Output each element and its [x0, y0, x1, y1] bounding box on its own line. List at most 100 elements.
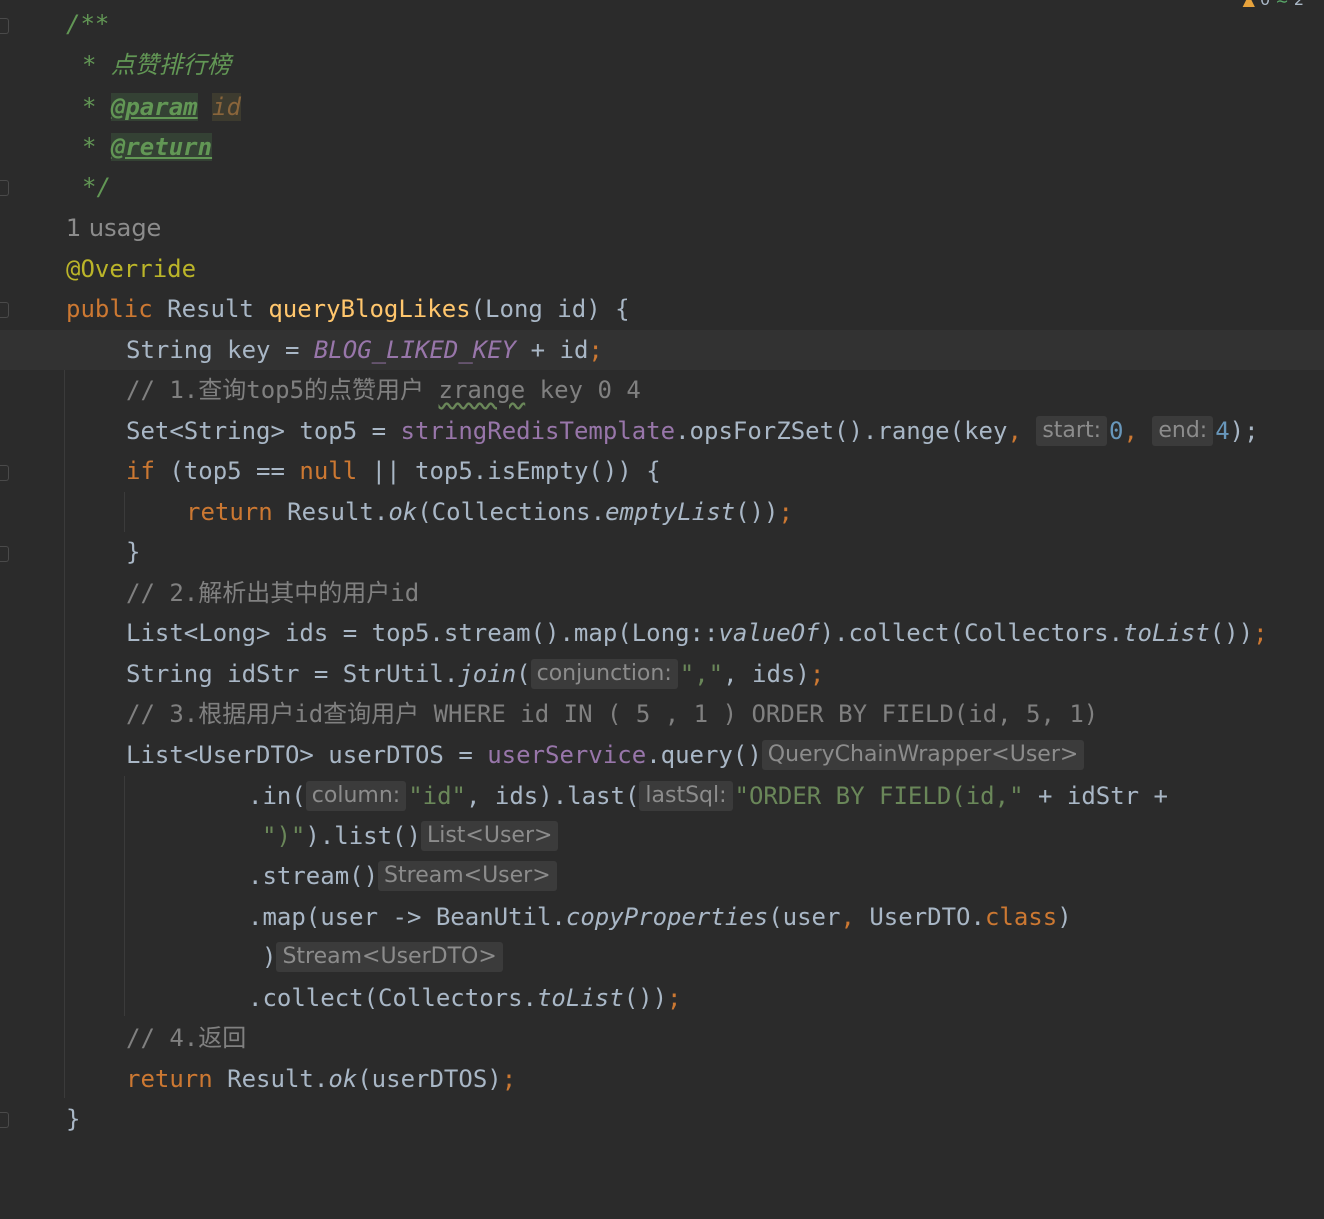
keyword-public: public — [66, 295, 168, 323]
code-text: ).list() — [305, 822, 421, 850]
static-method-join: join — [458, 660, 517, 688]
semicolon: ; — [588, 336, 603, 364]
code-editor[interactable]: ▲ 0 ≈ 2 /** * 点赞排行榜 * @param id * @retur… — [0, 0, 1324, 1140]
string-literal: "id" — [408, 782, 466, 810]
code-line[interactable]: public Result queryBlogLikes(Long id) { — [0, 289, 1324, 329]
code-text: + id — [516, 336, 589, 364]
code-line[interactable]: ) Stream<UserDTO> — [0, 937, 1324, 977]
string-literal: "ORDER BY FIELD(id," — [734, 782, 1024, 810]
static-method-value-of: valueOf — [718, 619, 820, 647]
static-method-to-list: toList — [1123, 619, 1210, 647]
code-line[interactable]: } — [0, 532, 1324, 572]
comma: , — [1123, 417, 1153, 445]
semicolon: ; — [1253, 619, 1268, 647]
code-text: Result. — [227, 1065, 329, 1093]
closing-brace: } — [66, 1105, 81, 1133]
code-line[interactable]: String idStr = StrUtil.join(conjunction:… — [0, 654, 1324, 694]
type-hint-list-user: List<User> — [420, 821, 559, 851]
code-line[interactable]: * 点赞排行榜 — [0, 45, 1324, 85]
semicolon: ; — [501, 1065, 517, 1093]
semicolon: ; — [667, 984, 682, 1012]
typo-underlined-word: zrange — [438, 376, 526, 404]
code-line[interactable]: */ — [0, 167, 1324, 207]
comma: , — [1007, 417, 1037, 445]
code-line[interactable]: // 1.查询top5的点赞用户 zrange key 0 4 — [0, 370, 1324, 410]
javadoc-star: * — [82, 133, 111, 161]
code-line[interactable]: .stream() Stream<User> — [0, 856, 1324, 896]
code-line[interactable]: // 4.返回 — [0, 1018, 1324, 1058]
code-text: (top5 == — [169, 457, 300, 485]
usage-hint-line[interactable]: 1 usage — [0, 208, 1324, 248]
code-text: ) — [1057, 903, 1072, 931]
field-user-service: userService — [487, 741, 647, 769]
code-text: .opsForZSet().range(key — [675, 417, 1008, 445]
comment-text: // 4.返回 — [126, 1024, 247, 1052]
code-text: (userDTOS) — [357, 1065, 502, 1093]
override-annotation: @Override — [66, 255, 197, 283]
code-text: (Collections. — [417, 498, 606, 526]
current-code-line[interactable]: String key = BLOG_LIKED_KEY + id; — [0, 330, 1324, 370]
code-line[interactable]: // 2.解析出其中的用户id — [0, 573, 1324, 613]
code-text: Set<String> top5 = — [126, 417, 401, 445]
code-line[interactable]: List<Long> ids = top5.stream().map(Long:… — [0, 613, 1324, 653]
comment-text: // 3.根据用户id查询用户 WHERE id IN ( 5 , 1 ) OR… — [126, 700, 1099, 728]
code-text: , ids) — [723, 660, 810, 688]
field-string-redis-template: stringRedisTemplate — [400, 417, 676, 445]
javadoc-description: * 点赞排行榜 — [82, 51, 231, 79]
code-line[interactable]: if (top5 == null || top5.isEmpty()) { — [0, 451, 1324, 491]
code-line[interactable]: .map(user -> BeanUtil.copyProperties(use… — [0, 897, 1324, 937]
static-method-empty-list: emptyList — [605, 498, 736, 526]
semicolon: ; — [778, 498, 793, 526]
code-line[interactable]: .collect(Collectors.toList()); — [0, 978, 1324, 1018]
code-text: List<UserDTO> userDTOS = — [126, 741, 488, 769]
code-line[interactable]: // 3.根据用户id查询用户 WHERE id IN ( 5 , 1 ) OR… — [0, 694, 1324, 734]
static-method-ok: ok — [388, 498, 418, 526]
constant-blog-liked-key: BLOG_LIKED_KEY — [313, 336, 517, 364]
code-line[interactable]: .in(column: "id", ids).last(lastSql: "ORDE… — [0, 776, 1324, 816]
semicolon: ; — [809, 660, 825, 688]
javadoc-param-name: id — [212, 93, 241, 121]
code-line[interactable]: List<UserDTO> userDTOS = userService.que… — [0, 735, 1324, 775]
code-text: UserDTO. — [869, 903, 985, 931]
param-hint-column: column: — [305, 781, 407, 811]
keyword-return: return — [126, 1065, 228, 1093]
code-line[interactable]: * @return — [0, 127, 1324, 167]
keyword-class: class — [984, 903, 1058, 931]
usage-count-link[interactable]: 1 usage — [66, 208, 161, 248]
code-line[interactable]: } — [0, 1099, 1324, 1139]
param-hint-last-sql: lastSql: — [639, 781, 733, 811]
code-line[interactable]: Set<String> top5 = stringRedisTemplate.o… — [0, 411, 1324, 451]
javadoc-close: */ — [82, 173, 111, 201]
code-text: .in( — [248, 782, 306, 810]
code-line[interactable]: return Result.ok(Collections.emptyList()… — [0, 492, 1324, 532]
javadoc-open: /** — [66, 10, 110, 38]
code-text: ()) — [1209, 619, 1254, 647]
code-text: ( — [516, 660, 531, 688]
param-hint-end: end: — [1152, 416, 1214, 446]
string-literal: ")" — [262, 822, 306, 850]
comment-text: key 0 4 — [525, 376, 641, 404]
code-text: , ids).last( — [466, 782, 640, 810]
javadoc-return-tag: @return — [110, 133, 213, 161]
code-text: ); — [1229, 417, 1259, 445]
code-line[interactable]: /** — [0, 4, 1324, 44]
keyword-null: null — [299, 457, 358, 485]
type-hint-query-chain-wrapper: QueryChainWrapper<User> — [761, 740, 1085, 770]
code-text: String idStr = StrUtil. — [126, 660, 459, 688]
keyword-return: return — [186, 498, 288, 526]
code-text: + idStr + — [1023, 782, 1169, 810]
javadoc-star: * — [82, 93, 111, 121]
comment-text: // 1.查询top5的点赞用户 — [126, 376, 439, 404]
javadoc-param-tag: @param — [110, 93, 198, 121]
code-text: .collect(Collectors. — [248, 984, 537, 1012]
code-line[interactable]: * @param id — [0, 87, 1324, 127]
comma: , — [840, 903, 870, 931]
code-text: ()) — [623, 984, 668, 1012]
static-method-copy-properties: copyProperties — [565, 903, 769, 931]
return-type: Result — [167, 295, 269, 323]
static-method-ok: ok — [328, 1065, 358, 1093]
code-line[interactable]: ")").list() List<User> — [0, 816, 1324, 856]
code-line[interactable]: @Override — [0, 249, 1324, 289]
code-line[interactable]: return Result.ok(userDTOS); — [0, 1059, 1324, 1099]
param-hint-start: start: — [1036, 416, 1107, 446]
